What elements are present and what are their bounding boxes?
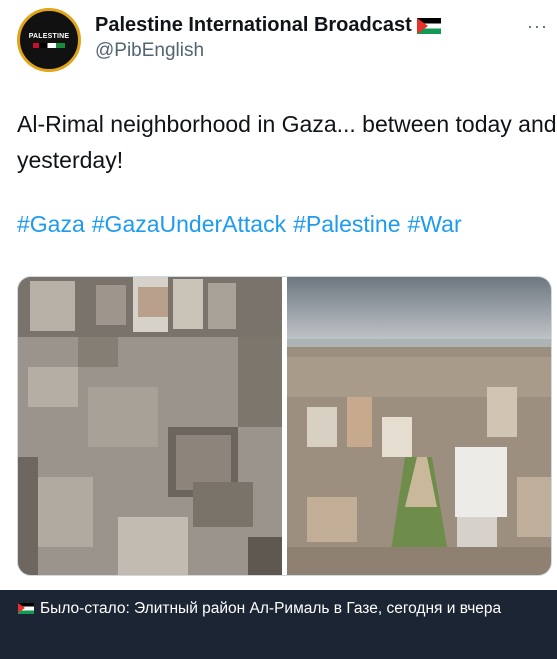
media-image-right[interactable] [287, 277, 551, 575]
avatar[interactable]: PALESTINE [17, 8, 81, 72]
palestine-flag-icon [33, 42, 65, 48]
tweet-card[interactable]: PALESTINE Palestine International Broadc… [0, 0, 557, 590]
caption-text: Было-стало: Элитный район Ал-Рималь в Га… [40, 600, 502, 617]
media-grid [17, 276, 552, 576]
more-options-icon[interactable]: ··· [527, 16, 548, 37]
palestine-flag-icon [416, 17, 441, 34]
display-name-row[interactable]: Palestine International Broadcast [95, 14, 441, 37]
tweet-text: Al-Rimal neighborhood in Gaza... between… [17, 111, 557, 173]
city-neighborhood-image [287, 277, 551, 575]
hashtag-link[interactable]: #GazaUnderAttack [92, 206, 286, 242]
user-handle[interactable]: @PibEnglish [95, 40, 204, 62]
hashtag-list: #Gaza #GazaUnderAttack #Palestine #War [17, 206, 462, 242]
avatar-logo-text: PALESTINE [28, 32, 70, 40]
palestine-flag-icon [18, 603, 34, 614]
hashtag-link[interactable]: #War [408, 206, 462, 242]
media-image-left[interactable] [18, 277, 282, 575]
destroyed-neighborhood-image [18, 277, 282, 575]
hashtag-link[interactable]: #Gaza [17, 206, 85, 242]
display-name[interactable]: Palestine International Broadcast [95, 14, 412, 37]
caption-bar: Было-стало: Элитный район Ал-Рималь в Га… [0, 590, 557, 659]
hashtag-link[interactable]: #Palestine [293, 206, 400, 242]
